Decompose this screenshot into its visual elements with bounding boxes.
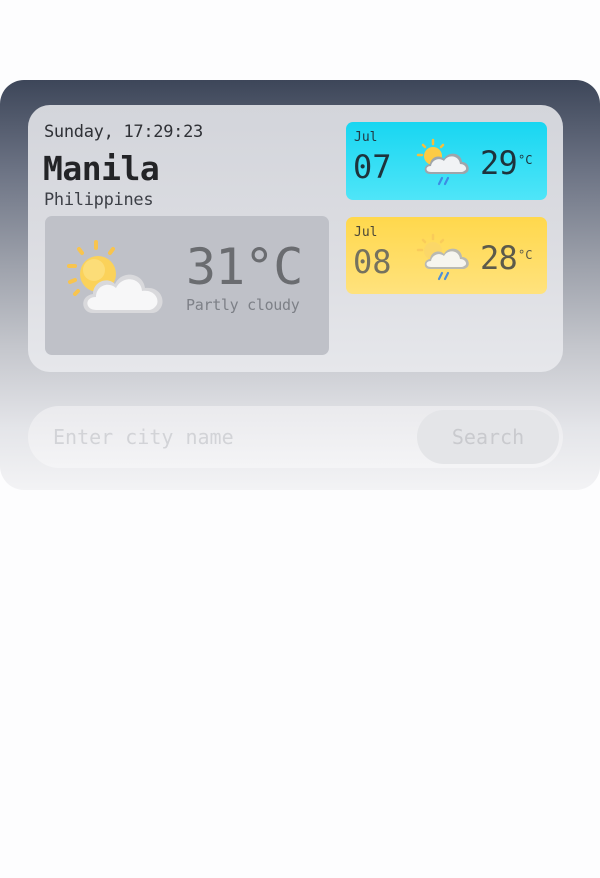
partly-cloudy-icon xyxy=(67,240,163,313)
forecast-date: 07 xyxy=(353,148,392,186)
forecast-day: Jul 07 29 °C xyxy=(346,122,547,200)
forecast-temperature-unit: °C xyxy=(518,248,533,262)
weather-card: Sunday, 17:29:23 Manila Philippines 31°C xyxy=(28,105,563,372)
forecast-temperature: 28 xyxy=(480,239,518,277)
forecast-temperature: 29 xyxy=(480,144,518,182)
search-button[interactable]: Search xyxy=(417,410,559,464)
forecast-day: Jul 08 28 °C xyxy=(346,217,547,294)
current-temperature: 31°C xyxy=(186,238,303,296)
forecast-date: 08 xyxy=(353,243,392,281)
forecast-temperature-unit: °C xyxy=(518,153,533,167)
current-weather-panel: 31°C Partly cloudy xyxy=(45,216,329,355)
sun-cloud-rain-icon xyxy=(416,138,469,186)
forecast-month: Jul xyxy=(354,130,378,145)
current-datetime: Sunday, 17:29:23 xyxy=(44,122,203,142)
country-name: Philippines xyxy=(44,190,154,210)
weather-description: Partly cloudy xyxy=(186,296,300,314)
city-name: Manila xyxy=(43,149,160,188)
weather-app: Sunday, 17:29:23 Manila Philippines 31°C xyxy=(0,80,600,490)
forecast-month: Jul xyxy=(354,225,378,240)
sun-cloud-rain-icon xyxy=(416,233,469,281)
city-search-input[interactable] xyxy=(28,406,408,468)
search-bar: Search xyxy=(28,406,563,468)
